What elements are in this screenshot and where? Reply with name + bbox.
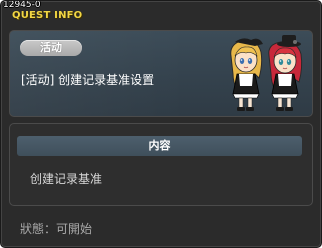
npc-redhead-figure	[268, 35, 303, 111]
quest-content-panel: 内容 创建记录基准	[9, 123, 313, 206]
quest-summary-panel: 活动 [活动] 创建记录基准设置	[9, 30, 313, 117]
category-badge: 活动	[20, 40, 82, 56]
content-text: 创建记录基准	[30, 172, 103, 186]
status-value: 可開始	[56, 222, 93, 236]
npc-portrait-icon	[230, 35, 303, 111]
npc-blonde-figure	[230, 38, 263, 111]
quest-name: [活动] 创建记录基准设置	[21, 73, 155, 87]
quest-id: 12945-0	[3, 0, 41, 10]
status-label: 狀態：	[20, 222, 57, 236]
quest-info-window: 12945-0 QUEST INFO 活动 [活动] 创建记录基准设置 内容 创…	[0, 0, 322, 248]
content-header: 内容	[17, 136, 302, 156]
quest-status: 狀態：可開始	[20, 220, 92, 237]
window-title: QUEST INFO	[12, 10, 83, 21]
